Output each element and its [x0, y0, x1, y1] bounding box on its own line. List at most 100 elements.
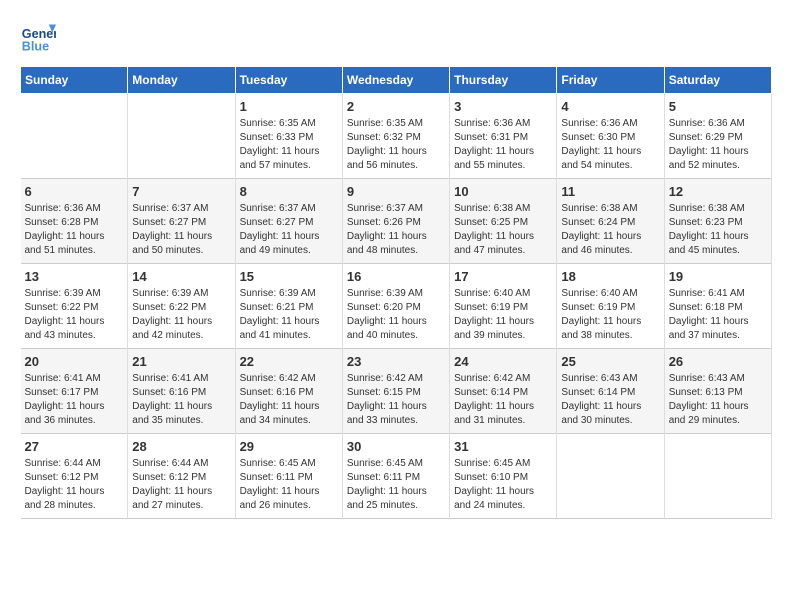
day-info: Sunrise: 6:43 AM Sunset: 6:14 PM Dayligh…: [561, 372, 659, 428]
day-info: Sunrise: 6:36 AM Sunset: 6:31 PM Dayligh…: [454, 117, 552, 173]
calendar-cell: 27Sunrise: 6:44 AM Sunset: 6:12 PM Dayli…: [21, 434, 128, 519]
calendar-cell: [664, 434, 771, 519]
day-info: Sunrise: 6:45 AM Sunset: 6:11 PM Dayligh…: [240, 457, 338, 513]
day-number: 19: [669, 269, 767, 284]
calendar-cell: 8 Sunrise: 6:37 AM Sunset: 6:27 PM Daylig…: [235, 179, 342, 264]
calendar-cell: 12Sunrise: 6:38 AM Sunset: 6:23 PM Dayli…: [664, 179, 771, 264]
calendar-cell: 16 Sunrise: 6:39 AM Sunset: 6:20 PM Dayli…: [342, 264, 449, 349]
calendar-cell: 4 Sunrise: 6:36 AM Sunset: 6:30 PM Daylig…: [557, 94, 664, 179]
day-info: Sunrise: 6:36 AM Sunset: 6:29 PM Dayligh…: [669, 117, 767, 173]
day-number: 10: [454, 184, 552, 199]
calendar-cell: 13Sunrise: 6:39 AM Sunset: 6:22 PM Dayli…: [21, 264, 128, 349]
weekday-header: Wednesday: [342, 67, 449, 94]
calendar-week-row: 20Sunrise: 6:41 AM Sunset: 6:17 PM Dayli…: [21, 349, 772, 434]
day-number: 2: [347, 99, 445, 114]
day-number: 22: [240, 354, 338, 369]
day-number: 1: [240, 99, 338, 114]
calendar-cell: [21, 94, 128, 179]
calendar-week-row: 13Sunrise: 6:39 AM Sunset: 6:22 PM Dayli…: [21, 264, 772, 349]
day-number: 26: [669, 354, 767, 369]
calendar-cell: 19 Sunrise: 6:41 AM Sunset: 6:18 PM Dayli…: [664, 264, 771, 349]
weekday-header: Monday: [128, 67, 235, 94]
day-info: Sunrise: 6:43 AM Sunset: 6:13 PM Dayligh…: [669, 372, 767, 428]
day-number: 4: [561, 99, 659, 114]
day-number: 31: [454, 439, 552, 454]
day-info: Sunrise: 6:37 AM Sunset: 6:26 PM Dayligh…: [347, 202, 445, 258]
day-info: Sunrise: 6:42 AM Sunset: 6:14 PM Dayligh…: [454, 372, 552, 428]
calendar-week-row: 6 Sunrise: 6:36 AM Sunset: 6:28 PM Daylig…: [21, 179, 772, 264]
calendar-cell: 2 Sunrise: 6:35 AM Sunset: 6:32 PM Daylig…: [342, 94, 449, 179]
day-info: Sunrise: 6:45 AM Sunset: 6:11 PM Dayligh…: [347, 457, 445, 513]
day-info: Sunrise: 6:36 AM Sunset: 6:30 PM Dayligh…: [561, 117, 659, 173]
calendar-cell: 3 Sunrise: 6:36 AM Sunset: 6:31 PM Daylig…: [450, 94, 557, 179]
day-info: Sunrise: 6:41 AM Sunset: 6:18 PM Dayligh…: [669, 287, 767, 343]
day-number: 8: [240, 184, 338, 199]
day-number: 30: [347, 439, 445, 454]
calendar-cell: 1 Sunrise: 6:35 AM Sunset: 6:33 PM Daylig…: [235, 94, 342, 179]
weekday-header: Friday: [557, 67, 664, 94]
day-number: 7: [132, 184, 230, 199]
calendar-cell: 20Sunrise: 6:41 AM Sunset: 6:17 PM Dayli…: [21, 349, 128, 434]
day-info: Sunrise: 6:36 AM Sunset: 6:28 PM Dayligh…: [25, 202, 124, 258]
calendar-cell: 30 Sunrise: 6:45 AM Sunset: 6:11 PM Dayli…: [342, 434, 449, 519]
day-info: Sunrise: 6:41 AM Sunset: 6:16 PM Dayligh…: [132, 372, 230, 428]
calendar-cell: 17Sunrise: 6:40 AM Sunset: 6:19 PM Dayli…: [450, 264, 557, 349]
calendar-week-row: 27Sunrise: 6:44 AM Sunset: 6:12 PM Dayli…: [21, 434, 772, 519]
calendar-cell: 28 Sunrise: 6:44 AM Sunset: 6:12 PM Dayli…: [128, 434, 235, 519]
day-number: 20: [25, 354, 124, 369]
calendar-cell: 24 Sunrise: 6:42 AM Sunset: 6:14 PM Dayli…: [450, 349, 557, 434]
day-info: Sunrise: 6:39 AM Sunset: 6:20 PM Dayligh…: [347, 287, 445, 343]
weekday-header: Tuesday: [235, 67, 342, 94]
day-info: Sunrise: 6:38 AM Sunset: 6:24 PM Dayligh…: [561, 202, 659, 258]
calendar-cell: 29Sunrise: 6:45 AM Sunset: 6:11 PM Dayli…: [235, 434, 342, 519]
weekday-header: Thursday: [450, 67, 557, 94]
calendar-cell: 9Sunrise: 6:37 AM Sunset: 6:26 PM Daylig…: [342, 179, 449, 264]
day-number: 6: [25, 184, 124, 199]
day-number: 3: [454, 99, 552, 114]
day-number: 21: [132, 354, 230, 369]
day-number: 14: [132, 269, 230, 284]
day-info: Sunrise: 6:44 AM Sunset: 6:12 PM Dayligh…: [132, 457, 230, 513]
day-number: 16: [347, 269, 445, 284]
day-info: Sunrise: 6:38 AM Sunset: 6:23 PM Dayligh…: [669, 202, 767, 258]
calendar-cell: 14 Sunrise: 6:39 AM Sunset: 6:22 PM Dayli…: [128, 264, 235, 349]
calendar-cell: 26 Sunrise: 6:43 AM Sunset: 6:13 PM Dayli…: [664, 349, 771, 434]
calendar-cell: [128, 94, 235, 179]
day-info: Sunrise: 6:39 AM Sunset: 6:22 PM Dayligh…: [25, 287, 124, 343]
calendar-cell: [557, 434, 664, 519]
day-info: Sunrise: 6:37 AM Sunset: 6:27 PM Dayligh…: [240, 202, 338, 258]
day-info: Sunrise: 6:39 AM Sunset: 6:21 PM Dayligh…: [240, 287, 338, 343]
calendar-cell: 31 Sunrise: 6:45 AM Sunset: 6:10 PM Dayli…: [450, 434, 557, 519]
header-row: SundayMondayTuesdayWednesdayThursdayFrid…: [21, 67, 772, 94]
calendar-cell: 15 Sunrise: 6:39 AM Sunset: 6:21 PM Dayli…: [235, 264, 342, 349]
day-number: 24: [454, 354, 552, 369]
day-info: Sunrise: 6:40 AM Sunset: 6:19 PM Dayligh…: [561, 287, 659, 343]
calendar-cell: 23Sunrise: 6:42 AM Sunset: 6:15 PM Dayli…: [342, 349, 449, 434]
logo-icon: General Blue: [20, 20, 56, 56]
svg-text:Blue: Blue: [22, 40, 49, 54]
weekday-header: Saturday: [664, 67, 771, 94]
day-info: Sunrise: 6:37 AM Sunset: 6:27 PM Dayligh…: [132, 202, 230, 258]
weekday-header: Sunday: [21, 67, 128, 94]
calendar-cell: 6 Sunrise: 6:36 AM Sunset: 6:28 PM Daylig…: [21, 179, 128, 264]
day-info: Sunrise: 6:44 AM Sunset: 6:12 PM Dayligh…: [25, 457, 124, 513]
day-info: Sunrise: 6:35 AM Sunset: 6:32 PM Dayligh…: [347, 117, 445, 173]
day-info: Sunrise: 6:40 AM Sunset: 6:19 PM Dayligh…: [454, 287, 552, 343]
calendar-cell: 10 Sunrise: 6:38 AM Sunset: 6:25 PM Dayli…: [450, 179, 557, 264]
day-number: 11: [561, 184, 659, 199]
calendar-table: SundayMondayTuesdayWednesdayThursdayFrid…: [20, 66, 772, 519]
day-info: Sunrise: 6:45 AM Sunset: 6:10 PM Dayligh…: [454, 457, 552, 513]
day-info: Sunrise: 6:39 AM Sunset: 6:22 PM Dayligh…: [132, 287, 230, 343]
calendar-cell: 7 Sunrise: 6:37 AM Sunset: 6:27 PM Daylig…: [128, 179, 235, 264]
logo: General Blue: [20, 20, 56, 56]
day-info: Sunrise: 6:38 AM Sunset: 6:25 PM Dayligh…: [454, 202, 552, 258]
day-number: 23: [347, 354, 445, 369]
calendar-cell: 11 Sunrise: 6:38 AM Sunset: 6:24 PM Dayli…: [557, 179, 664, 264]
calendar-cell: 22Sunrise: 6:42 AM Sunset: 6:16 PM Dayli…: [235, 349, 342, 434]
calendar-cell: 25Sunrise: 6:43 AM Sunset: 6:14 PM Dayli…: [557, 349, 664, 434]
day-number: 15: [240, 269, 338, 284]
calendar-cell: 21 Sunrise: 6:41 AM Sunset: 6:16 PM Dayli…: [128, 349, 235, 434]
day-info: Sunrise: 6:35 AM Sunset: 6:33 PM Dayligh…: [240, 117, 338, 173]
day-number: 5: [669, 99, 767, 114]
day-number: 28: [132, 439, 230, 454]
